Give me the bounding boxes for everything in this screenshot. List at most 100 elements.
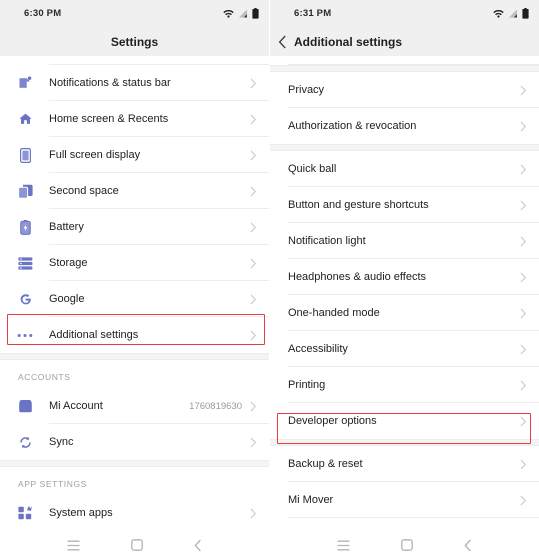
section-separator (0, 353, 269, 360)
status-icon-group (493, 8, 529, 19)
signal-icon (238, 9, 248, 18)
chevron-right-icon (520, 236, 527, 247)
right-title-bar: Additional settings (270, 27, 539, 56)
list-item-label: Notifications & status bar (49, 77, 171, 89)
chevron-right-icon (250, 186, 257, 197)
chevron-right-icon (250, 508, 257, 519)
chevron-right-icon (250, 78, 257, 89)
chevron-right-icon (520, 121, 527, 132)
list-item-label: Headphones & audio effects (288, 271, 427, 283)
list-item-home-screen[interactable]: Home screen & Recents (0, 101, 269, 137)
status-icon-group (223, 8, 259, 19)
list-item-full-screen-display[interactable]: Full screen display (0, 137, 269, 173)
list-item-privacy[interactable]: Privacy (270, 72, 539, 108)
list-item-label: Sync (49, 436, 74, 448)
list-item-additional-settings[interactable]: Additional settings (0, 317, 269, 353)
left-navigation-bar[interactable] (0, 530, 269, 560)
storage-icon (12, 256, 38, 270)
list-item-notifications[interactable]: Notifications & status bar (0, 65, 269, 101)
more-dots-icon (12, 333, 38, 338)
wifi-icon (493, 9, 504, 18)
notifications-icon (12, 76, 38, 90)
list-item-one-handed-mode[interactable]: One-handed mode (270, 295, 539, 331)
list-item-authorization-revocation[interactable]: Authorization & revocation (270, 108, 539, 144)
list-item-label: Button and gesture shortcuts (288, 199, 429, 211)
list-item-printing[interactable]: Printing (270, 367, 539, 403)
menu-icon[interactable] (67, 540, 80, 551)
back-chevron-icon[interactable] (194, 539, 202, 552)
chevron-right-icon (520, 495, 527, 506)
sync-icon (12, 435, 38, 450)
list-item-label: Google (49, 293, 85, 305)
page-title: Additional settings (294, 34, 402, 49)
section-separator (270, 65, 539, 72)
status-time: 6:31 PM (294, 8, 332, 19)
menu-icon[interactable] (337, 540, 350, 551)
list-item-backup-reset[interactable]: Backup & reset (270, 446, 539, 482)
list-item-label: Storage (49, 257, 88, 269)
back-chevron-icon[interactable] (464, 539, 472, 552)
battery-icon (522, 8, 529, 19)
section-separator (0, 460, 269, 467)
home-square-icon[interactable] (401, 539, 413, 551)
status-bar: 6:30 PM (0, 0, 269, 27)
clipped-top-row (0, 56, 269, 65)
status-time: 6:30 PM (24, 8, 62, 19)
chevron-right-icon (520, 164, 527, 175)
list-item-google[interactable]: Google (0, 281, 269, 317)
left-settings-list[interactable]: Notifications & status bar Home screen &… (0, 56, 269, 530)
left-phone-screen: 6:30 PM Settings Notifications & status … (0, 0, 270, 560)
list-item-label: Quick ball (288, 163, 337, 175)
section-separator (270, 439, 539, 446)
list-item-label: One-handed mode (288, 307, 380, 319)
list-item-label: Notification light (288, 235, 366, 247)
mi-account-icon (12, 399, 38, 413)
chevron-right-icon (520, 416, 527, 427)
right-navigation-bar[interactable] (270, 530, 539, 560)
home-square-icon[interactable] (131, 539, 143, 551)
list-item-label: Home screen & Recents (49, 113, 169, 125)
chevron-right-icon (520, 344, 527, 355)
list-item-developer-options[interactable]: Developer options (270, 403, 539, 439)
battery-icon (252, 8, 259, 19)
list-item-label: System apps (49, 507, 113, 519)
chevron-right-icon (250, 294, 257, 305)
list-item-label: Mi Mover (288, 494, 334, 506)
list-item-sync[interactable]: Sync (0, 424, 269, 460)
list-item-label: Additional settings (49, 329, 139, 341)
back-chevron-icon[interactable] (278, 35, 287, 49)
left-title-bar: Settings (0, 27, 269, 56)
list-item-label: Printing (288, 379, 326, 391)
chevron-right-icon (250, 150, 257, 161)
list-item-label: Privacy (288, 84, 325, 96)
list-item-button-gesture-shortcuts[interactable]: Button and gesture shortcuts (270, 187, 539, 223)
list-item-battery[interactable]: Battery (0, 209, 269, 245)
list-item-label: Authorization & revocation (288, 120, 417, 132)
list-item-accessibility[interactable]: Accessibility (270, 331, 539, 367)
section-header-accounts: ACCOUNTS (0, 360, 269, 388)
chevron-right-icon (520, 308, 527, 319)
clipped-top-row (270, 56, 539, 65)
signal-icon (508, 9, 518, 18)
chevron-right-icon (520, 200, 527, 211)
section-header-app-settings: APP SETTINGS (0, 467, 269, 495)
list-item-storage[interactable]: Storage (0, 245, 269, 281)
list-item-mi-mover[interactable]: Mi Mover (270, 482, 539, 518)
list-item-quick-ball[interactable]: Quick ball (270, 151, 539, 187)
chevron-right-icon (250, 401, 257, 412)
dual-screenshot-container: 6:30 PM Settings Notifications & status … (0, 0, 539, 560)
list-item-label: Full screen display (49, 149, 141, 161)
second-space-icon (12, 184, 38, 199)
chevron-right-icon (520, 272, 527, 283)
chevron-right-icon (520, 85, 527, 96)
list-item-headphones-audio-effects[interactable]: Headphones & audio effects (270, 259, 539, 295)
right-settings-list[interactable]: Privacy Authorization & revocation Quick… (270, 56, 539, 530)
list-item-mi-account[interactable]: Mi Account 1760819630 (0, 388, 269, 424)
system-apps-icon (12, 506, 38, 520)
list-item-notification-light[interactable]: Notification light (270, 223, 539, 259)
list-item-system-apps[interactable]: System apps (0, 495, 269, 530)
list-item-label: Backup & reset (288, 458, 363, 470)
list-item-second-space[interactable]: Second space (0, 173, 269, 209)
chevron-right-icon (250, 330, 257, 341)
list-item-label: Second space (49, 185, 119, 197)
